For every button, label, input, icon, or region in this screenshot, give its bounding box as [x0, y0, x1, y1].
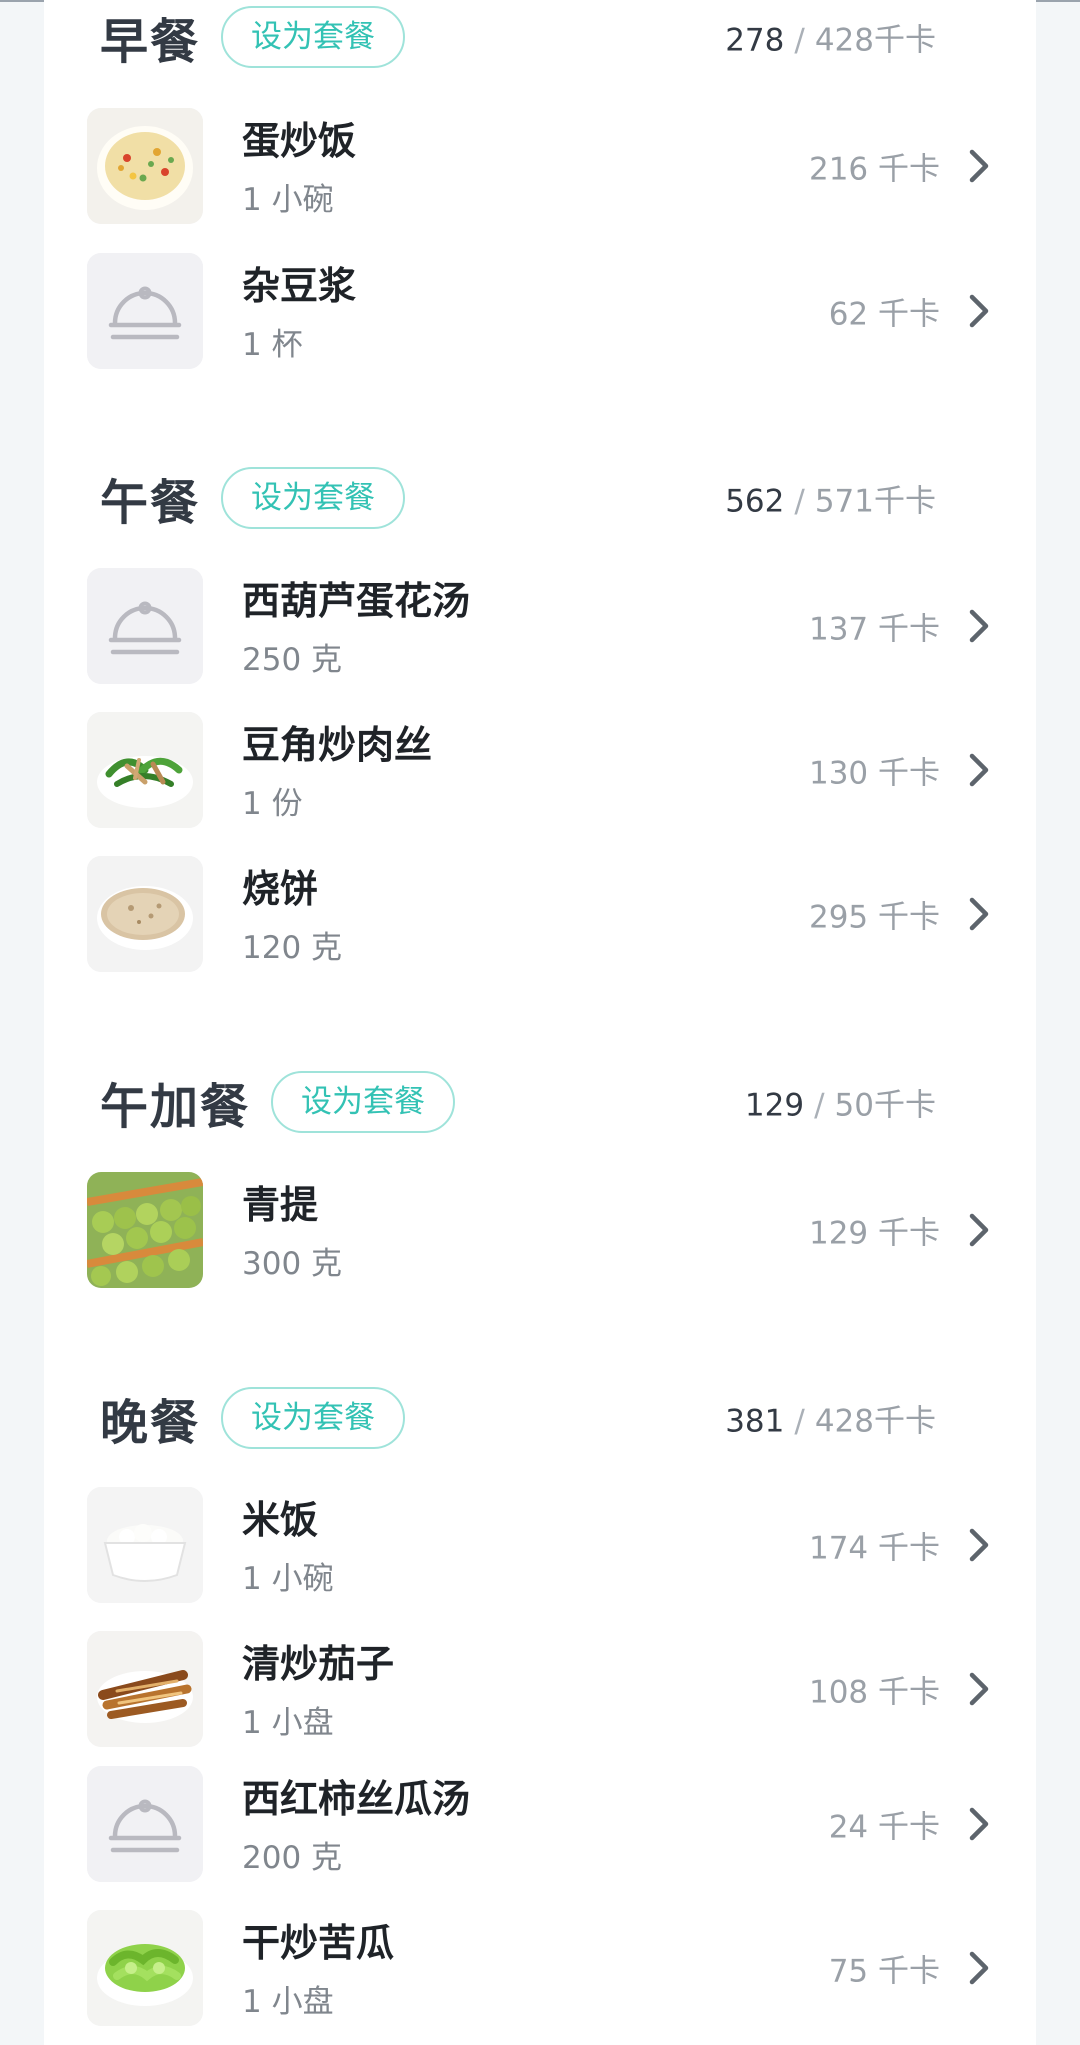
- meal-section-breakfast: 早餐 设为套餐 278/428千卡: [44, 0, 1036, 80]
- chevron-right-icon: [964, 1671, 994, 1707]
- food-name: 米饭: [242, 1498, 319, 1542]
- food-item[interactable]: 西红柿丝瓜汤 200 克 24 千卡: [44, 1766, 1036, 1882]
- food-kcal: 129 千卡: [808, 1215, 940, 1252]
- food-amount: 250 克: [242, 642, 343, 678]
- food-name: 西红柿丝瓜汤: [242, 1777, 471, 1821]
- food-cloche-icon: [87, 253, 203, 369]
- bitter-melon-icon: [87, 1910, 203, 2026]
- food-amount: 1 小碗: [242, 1561, 334, 1597]
- meal-header: 早餐 设为套餐 278/428千卡: [44, 0, 1036, 77]
- meal-section-lunch: 午餐 设为套餐 562/571千卡: [44, 458, 1036, 538]
- chevron-right-icon: [964, 1212, 994, 1248]
- kcal-target: 571千卡: [814, 483, 936, 520]
- meal-title: 午加餐: [100, 1079, 251, 1135]
- meal-kcal-total: 278/428千卡: [725, 15, 936, 60]
- food-name: 蛋炒饭: [242, 119, 357, 163]
- meal-title: 晚餐: [100, 1395, 201, 1451]
- flatbread-icon: [87, 856, 203, 972]
- kcal-separator: /: [794, 483, 805, 520]
- chevron-right-icon: [964, 1527, 994, 1563]
- food-amount: 1 杯: [242, 327, 303, 363]
- food-amount: 1 份: [242, 786, 303, 822]
- food-name: 青提: [242, 1183, 319, 1227]
- meal-header: 晚餐 设为套餐 381/428千卡: [44, 1378, 1036, 1458]
- food-amount: 120 克: [242, 930, 343, 966]
- meal-header: 午餐 设为套餐 562/571千卡: [44, 458, 1036, 538]
- kcal-eaten: 562: [725, 483, 785, 520]
- food-cloche-icon: [87, 1766, 203, 1882]
- food-item[interactable]: 杂豆浆 1 杯 62 千卡: [44, 253, 1036, 369]
- food-item[interactable]: 青提 300 克 129 千卡: [44, 1172, 1036, 1288]
- food-item[interactable]: 西葫芦蛋花汤 250 克 137 千卡: [44, 568, 1036, 684]
- meal-log-card: 早餐 设为套餐 278/428千卡 蛋炒饭 1 小碗 216 千卡 杂豆浆 1 …: [44, 0, 1036, 2045]
- chevron-right-icon: [964, 1806, 994, 1842]
- food-amount: 200 克: [242, 1840, 343, 1876]
- food-kcal: 174 千卡: [808, 1530, 940, 1567]
- kcal-separator: /: [814, 1087, 825, 1124]
- food-kcal: 216 千卡: [808, 151, 940, 188]
- kcal-eaten: 278: [725, 22, 785, 59]
- food-kcal: 75 千卡: [828, 1953, 940, 1990]
- fried-rice-icon: [87, 108, 203, 224]
- chevron-right-icon: [964, 1950, 994, 1986]
- food-name: 清炒茄子: [242, 1642, 395, 1686]
- kcal-target: 428千卡: [814, 22, 936, 59]
- kcal-separator: /: [794, 22, 805, 59]
- food-kcal: 130 千卡: [808, 755, 940, 792]
- food-kcal: 24 千卡: [828, 1809, 940, 1846]
- green-grapes-icon: [87, 1172, 203, 1288]
- food-item[interactable]: 干炒苦瓜 1 小盘 75 千卡: [44, 1910, 1036, 2026]
- kcal-separator: /: [794, 1403, 805, 1440]
- meal-kcal-total: 562/571千卡: [725, 476, 936, 521]
- food-item[interactable]: 清炒茄子 1 小盘 108 千卡: [44, 1631, 1036, 1747]
- set-as-meal-button[interactable]: 设为套餐: [271, 1071, 455, 1133]
- meal-section-afternoon-snack: 午加餐 设为套餐 129/50千卡: [44, 1062, 1036, 1142]
- eggplant-dish-icon: [87, 1631, 203, 1747]
- kcal-eaten: 381: [725, 1403, 785, 1440]
- green-beans-pork-icon: [87, 712, 203, 828]
- chevron-right-icon: [964, 608, 994, 644]
- food-name: 西葫芦蛋花汤: [242, 579, 471, 623]
- kcal-target: 50千卡: [834, 1087, 936, 1124]
- food-amount: 300 克: [242, 1246, 343, 1282]
- food-item[interactable]: 蛋炒饭 1 小碗 216 千卡: [44, 108, 1036, 224]
- food-name: 杂豆浆: [242, 264, 357, 308]
- meal-kcal-total: 381/428千卡: [725, 1396, 936, 1441]
- food-kcal: 137 千卡: [808, 611, 940, 648]
- chevron-right-icon: [964, 752, 994, 788]
- food-kcal: 295 千卡: [808, 899, 940, 936]
- food-kcal: 108 千卡: [808, 1674, 940, 1711]
- set-as-meal-button[interactable]: 设为套餐: [221, 6, 405, 68]
- food-amount: 1 小盘: [242, 1984, 334, 2020]
- chevron-right-icon: [964, 148, 994, 184]
- food-amount: 1 小盘: [242, 1705, 334, 1741]
- meal-header: 午加餐 设为套餐 129/50千卡: [44, 1062, 1036, 1142]
- meal-section-dinner: 晚餐 设为套餐 381/428千卡: [44, 1378, 1036, 1458]
- food-item[interactable]: 烧饼 120 克 295 千卡: [44, 856, 1036, 972]
- meal-title: 早餐: [100, 14, 201, 70]
- food-name: 烧饼: [242, 867, 319, 911]
- food-name: 豆角炒肉丝: [242, 723, 433, 767]
- food-cloche-icon: [87, 568, 203, 684]
- kcal-target: 428千卡: [814, 1403, 936, 1440]
- meal-title: 午餐: [100, 475, 201, 531]
- food-item[interactable]: 豆角炒肉丝 1 份 130 千卡: [44, 712, 1036, 828]
- food-item[interactable]: 米饭 1 小碗 174 千卡: [44, 1487, 1036, 1603]
- food-amount: 1 小碗: [242, 182, 334, 218]
- set-as-meal-button[interactable]: 设为套餐: [221, 467, 405, 529]
- kcal-eaten: 129: [744, 1087, 805, 1124]
- rice-bowl-icon: [87, 1487, 203, 1603]
- meal-kcal-total: 129/50千卡: [745, 1080, 936, 1125]
- food-name: 干炒苦瓜: [242, 1921, 395, 1965]
- chevron-right-icon: [964, 293, 994, 329]
- chevron-right-icon: [964, 896, 994, 932]
- food-kcal: 62 千卡: [828, 296, 940, 333]
- set-as-meal-button[interactable]: 设为套餐: [221, 1387, 405, 1449]
